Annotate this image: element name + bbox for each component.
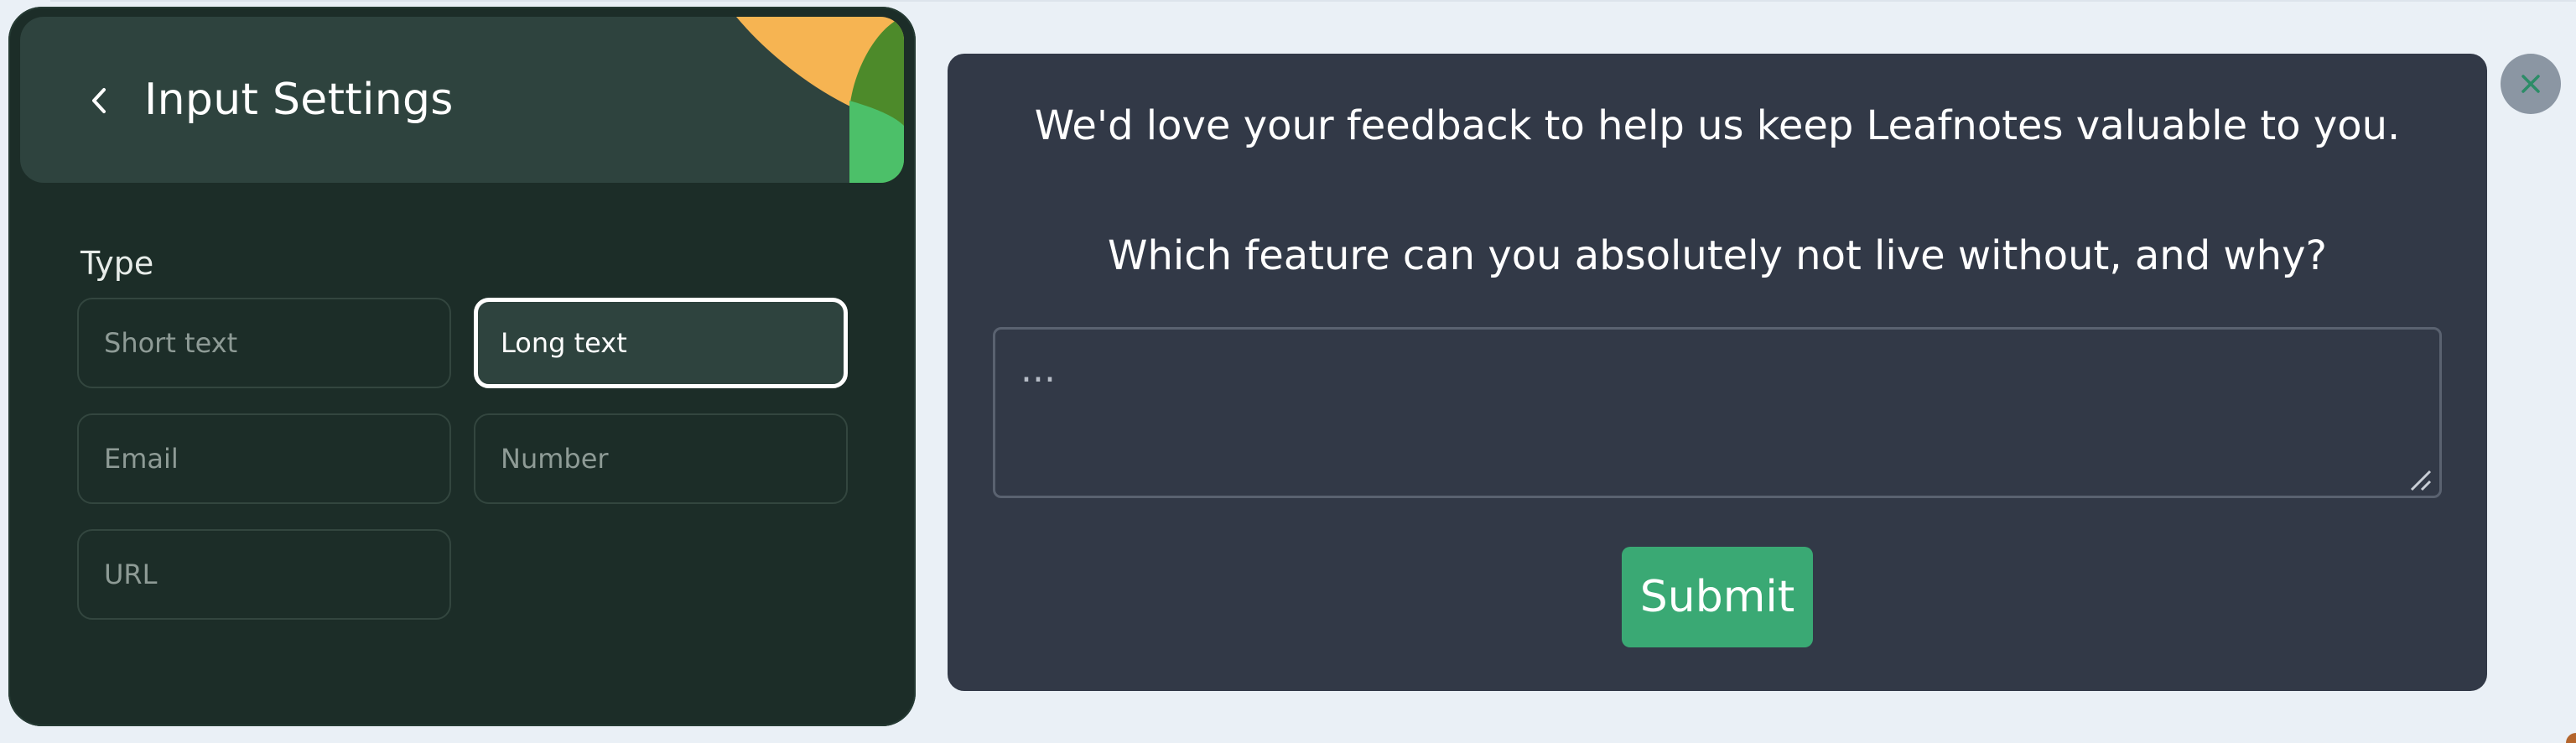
resize-handle-icon[interactable] [2400,460,2433,493]
input-settings-panel: Input Settings Type Short text Long text… [8,7,916,726]
settings-header: Input Settings [20,17,904,183]
page-top-border [50,0,2576,2]
back-button[interactable] [80,82,117,119]
type-option-email[interactable]: Email [77,413,451,504]
type-option-label: Email [104,443,179,475]
submit-button[interactable]: Submit [1622,547,1813,647]
feedback-question: Which feature can you absolutely not liv… [1108,232,2327,279]
feedback-intro-text: We'd love your feedback to help us keep … [1034,102,2401,149]
type-option-label: URL [104,559,158,590]
type-option-short-text[interactable]: Short text [77,298,451,388]
type-option-label: Short text [104,327,238,359]
chevron-left-icon [92,88,106,113]
feedback-card: We'd love your feedback to help us keep … [948,54,2487,691]
close-button[interactable] [2501,54,2561,114]
feedback-answer-field[interactable] [993,327,2442,498]
corner-accent [2566,733,2576,743]
type-option-label: Long text [501,327,627,359]
type-option-url[interactable]: URL [77,529,451,620]
type-label: Type [80,245,154,282]
close-icon [2521,75,2540,93]
page-title: Input Settings [144,75,454,125]
type-option-label: Number [501,443,609,475]
type-option-long-text[interactable]: Long text [474,298,848,388]
header-decoration [736,17,904,183]
type-option-number[interactable]: Number [474,413,848,504]
